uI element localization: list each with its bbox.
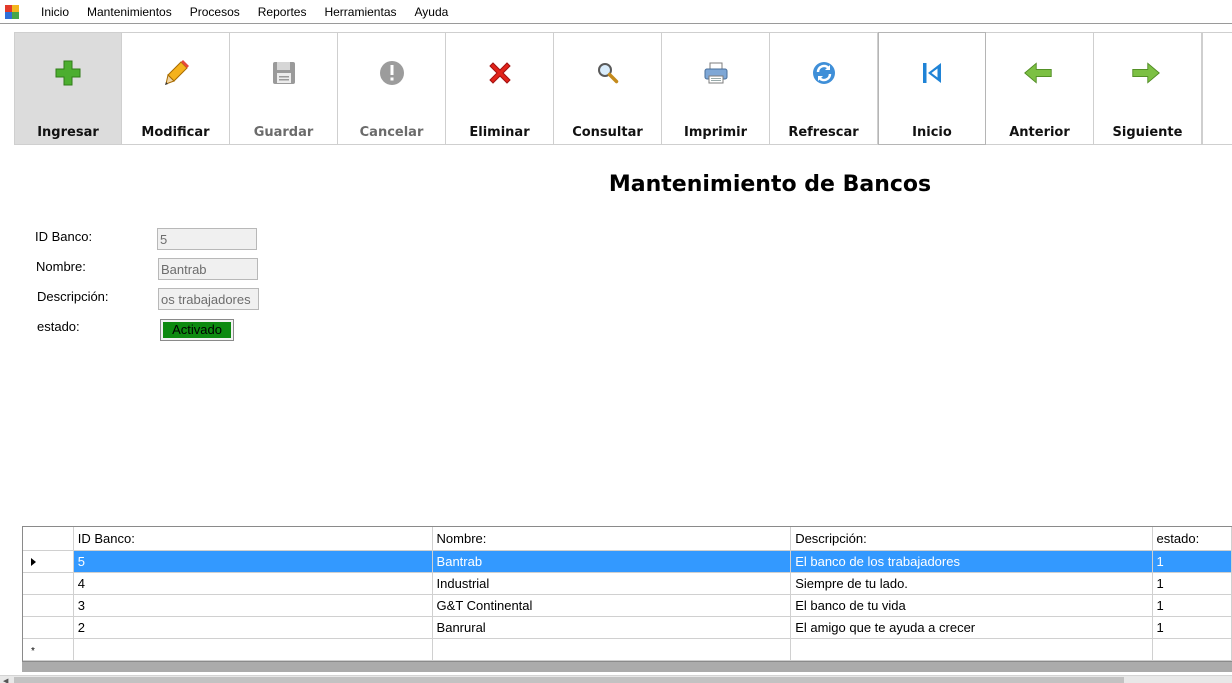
column-header-descripcion[interactable]: Descripción: [790, 527, 1153, 551]
cell-estado[interactable]: 1 [1152, 572, 1232, 595]
cell-nombre[interactable] [432, 638, 792, 661]
cell-nombre[interactable]: Banrural [432, 616, 792, 639]
page-title: Mantenimiento de Bancos [608, 172, 932, 197]
cell-estado[interactable]: 1 [1152, 616, 1232, 639]
column-header-nombre[interactable]: Nombre: [432, 527, 792, 551]
menu-inicio[interactable]: Inicio [32, 0, 78, 24]
anterior-label: Anterior [1009, 125, 1070, 140]
scrollbar-thumb[interactable] [14, 677, 1124, 683]
cell-id[interactable]: 5 [73, 550, 433, 573]
plus-icon [53, 58, 83, 88]
cell-nombre[interactable]: Industrial [432, 572, 792, 595]
table-row[interactable]: 5 Bantrab El banco de los trabajadores 1 [23, 550, 1232, 573]
grid-header-row: ID Banco: Nombre: Descripción: estado: [23, 527, 1232, 551]
cell-descripcion[interactable]: El banco de los trabajadores [790, 550, 1153, 573]
ingresar-label: Ingresar [37, 125, 99, 140]
nombre-field[interactable]: Bantrab [158, 258, 258, 280]
grid-empty-area [22, 662, 1232, 672]
inicio-button[interactable]: Inicio [878, 32, 986, 145]
menu-bar: Inicio Mantenimientos Procesos Reportes … [0, 0, 1232, 24]
refresh-icon [809, 58, 839, 88]
horizontal-scrollbar[interactable]: ◀ [0, 675, 1232, 683]
consultar-button[interactable]: Consultar [554, 32, 662, 145]
anterior-button[interactable]: Anterior [986, 32, 1094, 145]
row-selector[interactable] [23, 572, 74, 595]
menu-ayuda[interactable]: Ayuda [406, 0, 458, 24]
refrescar-label: Refrescar [788, 125, 859, 140]
cancelar-label: Cancelar [359, 125, 424, 140]
guardar-button[interactable]: Guardar [230, 32, 338, 145]
modificar-label: Modificar [141, 125, 210, 140]
row-selector[interactable]: * [23, 638, 74, 661]
row-header-corner[interactable] [23, 527, 74, 551]
estado-toggle-button[interactable]: Activado [160, 319, 234, 341]
toolbar: Ingresar Modificar Guardar Cancelar Elim… [14, 32, 1202, 145]
column-header-id[interactable]: ID Banco: [73, 527, 433, 551]
ingresar-button[interactable]: Ingresar [14, 32, 122, 145]
app-icon[interactable] [5, 4, 19, 19]
siguiente-button[interactable]: Siguiente [1094, 32, 1202, 145]
printer-icon [701, 58, 731, 88]
menu-mantenimientos[interactable]: Mantenimientos [78, 0, 181, 24]
consultar-label: Consultar [572, 125, 643, 140]
inicio-label: Inicio [912, 125, 952, 140]
eliminar-button[interactable]: Eliminar [446, 32, 554, 145]
guardar-label: Guardar [253, 125, 314, 140]
id-banco-label: ID Banco: [35, 229, 93, 244]
estado-label: estado: [37, 319, 80, 334]
row-selector[interactable] [23, 550, 74, 573]
skip-first-icon [917, 58, 947, 88]
cell-descripcion[interactable]: El amigo que te ayuda a crecer [790, 616, 1153, 639]
id-banco-field[interactable]: 5 [157, 228, 257, 250]
cell-descripcion[interactable]: Siempre de tu lado. [790, 572, 1153, 595]
row-selector[interactable] [23, 594, 74, 617]
column-header-estado[interactable]: estado: [1152, 527, 1232, 551]
new-row-marker: * [31, 645, 35, 657]
exclamation-icon [377, 58, 407, 88]
menu-herramientas[interactable]: Herramientas [315, 0, 405, 24]
row-selector[interactable] [23, 616, 74, 639]
table-row[interactable]: 2 Banrural El amigo que te ayuda a crece… [23, 616, 1232, 639]
cell-id[interactable]: 3 [73, 594, 433, 617]
scroll-left-icon[interactable]: ◀ [3, 677, 8, 683]
imprimir-button[interactable]: Imprimir [662, 32, 770, 145]
bancos-grid[interactable]: ID Banco: Nombre: Descripción: estado: 5… [22, 526, 1232, 662]
cell-estado[interactable] [1152, 638, 1232, 661]
arrow-right-icon [1131, 58, 1163, 88]
menu-procesos[interactable]: Procesos [181, 0, 249, 24]
table-row[interactable]: 3 G&T Continental El banco de tu vida 1 [23, 594, 1232, 617]
cell-estado[interactable]: 1 [1152, 594, 1232, 617]
siguiente-label: Siguiente [1112, 125, 1183, 140]
magnifier-icon [593, 58, 623, 88]
table-row[interactable]: 4 Industrial Siempre de tu lado. 1 [23, 572, 1232, 595]
modificar-button[interactable]: Modificar [122, 32, 230, 145]
descripcion-field[interactable]: os trabajadores [158, 288, 259, 310]
cell-id[interactable] [73, 638, 433, 661]
refrescar-button[interactable]: Refrescar [770, 32, 878, 145]
pencil-icon [161, 58, 191, 88]
cancelar-button[interactable]: Cancelar [338, 32, 446, 145]
new-row[interactable]: * [23, 638, 1232, 661]
cell-estado[interactable]: 1 [1152, 550, 1232, 573]
cell-nombre[interactable]: Bantrab [432, 550, 792, 573]
imprimir-label: Imprimir [684, 125, 747, 140]
red-x-icon [485, 58, 515, 88]
cell-nombre[interactable]: G&T Continental [432, 594, 792, 617]
floppy-disk-icon [269, 58, 299, 88]
eliminar-label: Eliminar [469, 125, 530, 140]
cell-descripcion[interactable]: El banco de tu vida [790, 594, 1153, 617]
nombre-label: Nombre: [36, 259, 86, 274]
menu-reportes[interactable]: Reportes [249, 0, 316, 24]
arrow-left-icon [1023, 58, 1055, 88]
current-row-arrow-icon [31, 557, 36, 566]
cell-id[interactable]: 4 [73, 572, 433, 595]
cell-id[interactable]: 2 [73, 616, 433, 639]
toolbar-overflow-button[interactable] [1202, 32, 1232, 145]
descripcion-label: Descripción: [37, 289, 109, 304]
estado-value: Activado [163, 322, 231, 338]
cell-descripcion[interactable] [790, 638, 1153, 661]
